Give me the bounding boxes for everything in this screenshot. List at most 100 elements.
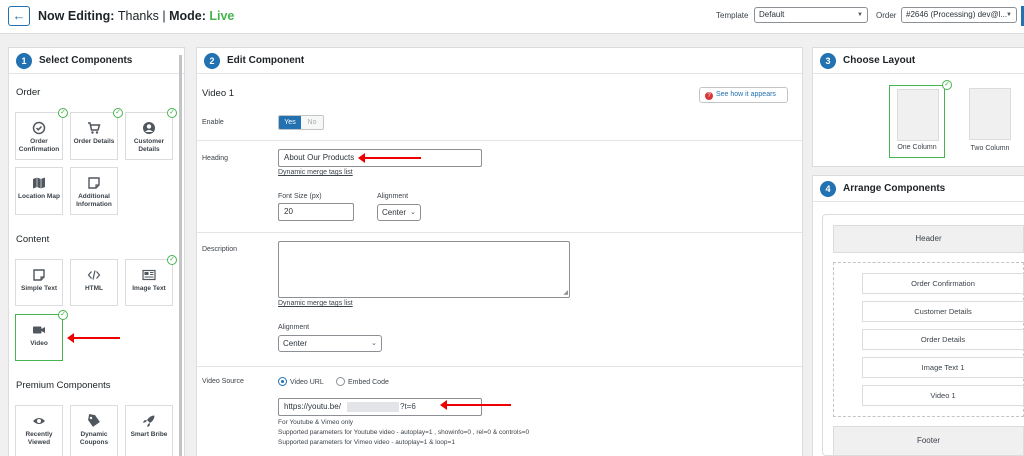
chevron-down-icon: ⌄ (371, 340, 377, 347)
arrange-components-header: 4 Arrange Components (813, 176, 1024, 202)
cart-icon (88, 122, 101, 134)
divider (197, 366, 802, 367)
component-additional-information[interactable]: Additional Information (70, 167, 118, 215)
arrange-item[interactable]: Order Confirmation (862, 273, 1024, 294)
font-size-label: Font Size (px) (278, 193, 322, 200)
choose-layout-header: 3 Choose Layout (813, 48, 1024, 74)
template-select[interactable]: Default ▼ (754, 7, 868, 23)
arrow-left-icon: ← (12, 8, 26, 23)
video-url-radio[interactable]: Video URL (278, 377, 324, 386)
choose-layout-title: Choose Layout (843, 55, 916, 66)
alignment-label: Alignment (377, 193, 409, 200)
arrange-item[interactable]: Image Text 1 (862, 357, 1024, 378)
template-name: Thanks (117, 9, 159, 23)
video-source-label: Video Source (202, 378, 244, 385)
chevron-down-icon: ▼ (1006, 12, 1012, 18)
arrange-components-title: Arrange Components (843, 183, 946, 194)
heading-alignment-select[interactable]: Center ⌄ (377, 204, 421, 221)
annotation-arrow (440, 400, 511, 410)
arrange-item[interactable]: Order Details (862, 329, 1024, 350)
component-simple-text[interactable]: Simple Text (15, 259, 63, 306)
two-column-layout-icon (969, 88, 1011, 140)
component-recently-viewed[interactable]: Recently Viewed (15, 405, 63, 456)
embed-code-radio[interactable]: Embed Code (336, 377, 389, 386)
step-number-2: 2 (204, 53, 220, 69)
help-button-label: See how it appears (716, 91, 776, 98)
rocket-icon (143, 415, 155, 427)
enable-label: Enable (202, 119, 224, 126)
divider (197, 140, 802, 141)
annotation-arrow (358, 153, 421, 163)
selected-check-icon: ✓ (113, 108, 123, 118)
component-label: Order Confirmation (18, 138, 60, 153)
step-number-1: 1 (16, 53, 32, 69)
component-label: Dynamic Coupons (79, 431, 109, 446)
component-customer-details[interactable]: Customer Details (125, 112, 173, 160)
merge-tags-link[interactable]: Dynamic merge tags list (278, 300, 353, 307)
order-label: Order (876, 11, 897, 20)
component-image-text[interactable]: Image Text (125, 259, 173, 306)
map-icon (33, 177, 45, 189)
enable-yes-option[interactable]: Yes (279, 116, 301, 129)
component-list-scrollbar[interactable] (179, 55, 182, 456)
component-location-map[interactable]: Location Map (15, 167, 63, 215)
template-label: Template (716, 11, 749, 20)
heading-input-value: About Our Products (284, 153, 355, 162)
component-html[interactable]: HTML (70, 259, 118, 306)
video-url-option-label: Video URL (290, 379, 324, 386)
video-note-platforms: For Youtube & Vimeo only (278, 419, 354, 426)
description-textarea[interactable]: ◢ (278, 241, 570, 298)
select-components-panel: 1 Select Components (8, 47, 185, 456)
code-icon (87, 270, 101, 280)
step-number-4: 4 (820, 181, 836, 197)
embed-code-option-label: Embed Code (348, 379, 389, 386)
see-how-it-appears-button[interactable]: ? See how it appears (699, 87, 788, 103)
arrange-item[interactable]: Customer Details (862, 301, 1024, 322)
note-icon (33, 269, 45, 281)
selected-check-icon: ✓ (942, 80, 952, 90)
title-prefix: Now Editing: (38, 9, 115, 23)
description-alignment-select[interactable]: Center ⌄ (278, 335, 382, 352)
order-select[interactable]: #2646 (Processing) dev@l... ▼ (901, 7, 1017, 23)
component-order-confirmation[interactable]: Order Confirmation (15, 112, 63, 160)
layout-two-column[interactable]: Two Column (962, 85, 1018, 158)
chevron-down-icon: ⌄ (410, 209, 416, 216)
description-alignment-label: Alignment (278, 324, 310, 331)
layout-option-label: Two Column (970, 145, 1010, 152)
edit-component-header: 2 Edit Component (197, 48, 802, 74)
video-note-youtube-params: Supported parameters for Youtube video -… (278, 429, 530, 436)
arrange-item[interactable]: Video 1 (862, 385, 1024, 406)
component-label: Recently Viewed (25, 431, 53, 446)
component-smart-bribe[interactable]: Smart Bribe (125, 405, 173, 456)
layout-one-column[interactable]: One Column (889, 85, 945, 158)
font-size-input[interactable]: 20 (278, 203, 354, 221)
order-select-value: #2646 (Processing) dev@l... (906, 10, 1008, 19)
arrange-header-block[interactable]: Header (833, 225, 1024, 253)
top-bar: ← Now Editing: Thanks | Mode: Live Templ… (0, 0, 1024, 34)
enable-toggle[interactable]: Yes No (278, 115, 324, 130)
eye-icon (33, 418, 45, 424)
component-order-details[interactable]: Order Details (70, 112, 118, 160)
merge-tags-link[interactable]: Dynamic merge tags list (278, 169, 353, 176)
arrange-footer-block[interactable]: Footer (833, 426, 1024, 456)
resize-grip-icon[interactable]: ◢ (563, 289, 568, 296)
check-circle-icon (32, 121, 46, 135)
chevron-down-icon: ▼ (857, 12, 863, 18)
help-icon: ? (705, 92, 713, 100)
layout-option-label: One Column (897, 144, 937, 151)
order-section-title: Order (16, 87, 41, 98)
template-select-value: Default (759, 10, 785, 19)
component-video[interactable]: Video (15, 314, 63, 361)
component-label: Customer Details (133, 138, 165, 153)
video-url-suffix: ?t=6 (400, 402, 416, 411)
back-button[interactable]: ← (8, 6, 30, 26)
selected-check-icon: ✓ (167, 108, 177, 118)
font-size-value: 20 (284, 207, 293, 216)
heading-label: Heading (202, 155, 229, 162)
divider (197, 232, 802, 233)
enable-no-option[interactable]: No (301, 116, 323, 129)
content-section-title: Content (16, 234, 50, 245)
component-label: HTML (84, 285, 104, 292)
component-label: Order Details (73, 138, 115, 145)
component-dynamic-coupons[interactable]: Dynamic Coupons (70, 405, 118, 456)
